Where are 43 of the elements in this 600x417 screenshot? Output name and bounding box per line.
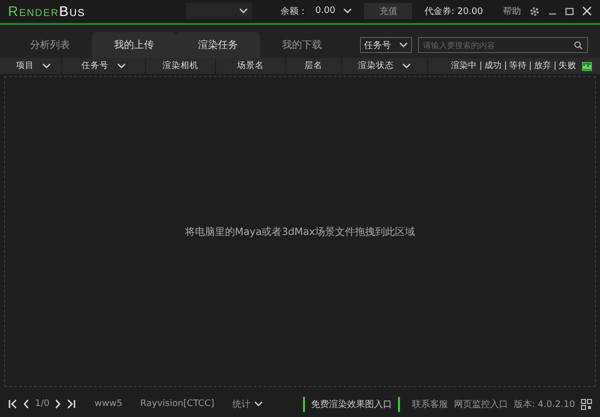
server-name: www5 [94,399,122,409]
page-counter: 1/0 [35,399,50,409]
tab[interactable]: 我的下载 [260,32,344,58]
column-header[interactable]: 场景名 [216,58,286,74]
monitor-link[interactable]: 网页监控入口 [454,398,508,410]
column-header[interactable]: 渲染相机 [146,58,216,74]
column-header[interactable]: 任务号 [62,58,146,74]
balance-value: 0.00 [315,6,336,16]
app-logo: RenderBus [8,3,86,19]
stats-dropdown[interactable]: 统计 [232,398,264,410]
tab[interactable]: 分析列表 [8,32,92,58]
tab[interactable]: 渲染任务 [176,32,260,58]
free-render-link[interactable]: 免费渲染效果图入口 [302,396,400,412]
first-page-icon[interactable] [8,399,17,409]
caret-icon [239,8,248,14]
drop-area[interactable]: 将电脑里的Maya或者3dMax场景文件拖拽到此区域 [4,76,596,387]
help-link[interactable]: 帮助 [503,4,521,18]
column-header[interactable]: 项目 [6,58,62,74]
maximize-icon[interactable] [565,6,574,16]
tab[interactable]: 我的上传 [92,32,176,58]
column-header[interactable]: 层名 [286,58,342,74]
caret-icon[interactable] [343,8,352,14]
column-header[interactable]: 渲染中 | 成功 | 等待 | 放弃 | 失败 [428,58,582,74]
close-icon[interactable] [582,6,592,16]
last-page-icon[interactable] [67,399,76,409]
search-icon [574,41,583,50]
balance-label: 余额： [280,6,308,18]
search-field[interactable]: 请输入要搜索的内容 [418,37,588,53]
recharge-button[interactable]: 充值 [364,3,412,19]
caret-icon [254,401,264,407]
version-label: 版本: 4.0.2.10 [514,398,575,410]
drop-hint: 将电脑里的Maya或者3dMax场景文件拖拽到此区域 [184,226,416,238]
network-line: Rayvision[CTCC] [140,399,214,409]
contact-link[interactable]: 联系客服 [412,398,448,410]
column-header[interactable]: 渲染状态 [342,58,428,74]
qr-code-icon[interactable] [581,398,592,410]
next-page-icon[interactable] [55,399,62,409]
chart-icon[interactable] [582,62,592,70]
caret-icon [399,42,408,48]
previous-page-icon[interactable] [23,399,29,409]
filter-dropdown[interactable]: 任务号 [360,37,412,53]
settings-icon[interactable] [529,6,540,16]
voucher-balance: 代金券: 20.00 [424,6,483,18]
